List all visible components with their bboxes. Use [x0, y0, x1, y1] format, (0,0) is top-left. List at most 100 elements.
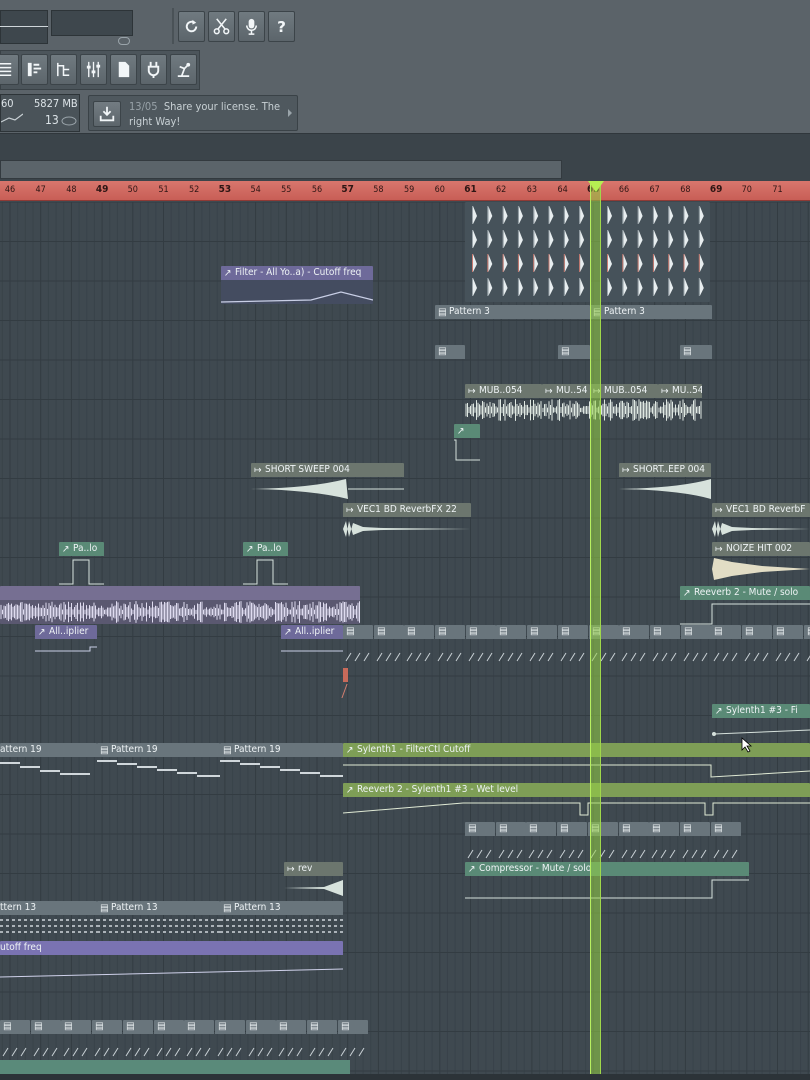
pattern-clip[interactable]: ▤ [711, 822, 741, 860]
audio-clip[interactable]: ↦ MU..54 [542, 384, 590, 422]
automation-clip[interactable]: ↗ Reeverb 2 - Sylenth1 #3 - Wet level [343, 783, 810, 821]
blip-pattern-clip[interactable] [465, 202, 590, 302]
automation-clip[interactable]: ↗ [454, 424, 480, 462]
pattern-clip[interactable]: ▤Pattern 3 [590, 305, 712, 343]
audio-clip[interactable]: ↦ SHORT SWEEP 004 [251, 463, 404, 501]
pattern-clip[interactable]: ▤ [374, 625, 404, 663]
channel-rack-icon[interactable] [50, 54, 77, 85]
audio-clip[interactable]: ↦MUB..054 [465, 384, 542, 422]
song-position-display[interactable] [51, 10, 133, 36]
ruler-bar-number: 61 [464, 184, 477, 195]
pattern-clip[interactable]: ▤ [526, 822, 556, 860]
blip-pattern-clip[interactable] [600, 202, 710, 302]
pattern-clip[interactable]: ▤ [61, 1020, 91, 1058]
pattern-clip[interactable]: ▤ [246, 1020, 276, 1058]
pattern-clip[interactable]: ▤ [527, 625, 557, 663]
pattern-clip[interactable]: ▤ [435, 625, 465, 663]
timeline-ruler[interactable]: 4647484950515253545556575859606162636465… [0, 181, 810, 201]
pattern-selector-display[interactable] [0, 10, 48, 44]
audio-clip[interactable] [0, 586, 360, 624]
pattern-clip[interactable]: ▤ [215, 1020, 245, 1058]
automation-clip[interactable]: ↗ Filter - All Yo..a) - Cutoff freq [221, 266, 373, 304]
hint-panel[interactable]: 13/05 Share your license. The right Way! [88, 95, 298, 131]
scissors-icon[interactable] [208, 11, 235, 42]
pattern-clip[interactable]: ▤ [742, 625, 772, 663]
pattern-clip[interactable]: ▤ [123, 1020, 153, 1058]
pattern-clip[interactable]: ▤ [343, 625, 373, 663]
automation-clip[interactable]: ↗ Sylenth1 #3 - Fi [712, 704, 810, 742]
playhead-marker-icon[interactable] [588, 181, 604, 192]
automation-clip[interactable]: ↗ Sylenth1 - FilterCtl Cutoff [343, 743, 810, 781]
automation-clip[interactable]: ↗ Pa..lo [243, 542, 288, 586]
pattern-clip[interactable]: ▤ [681, 625, 711, 663]
pattern-clip[interactable]: ▤ [804, 625, 810, 663]
pattern-clip[interactable]: ▤ [92, 1020, 122, 1058]
pattern-clip[interactable]: ▤ [404, 625, 434, 663]
pattern-clip[interactable]: ▤ [0, 1020, 30, 1058]
pattern-clip[interactable]: ▤ [619, 822, 649, 860]
pattern-clip[interactable]: ▤ [338, 1020, 368, 1058]
pattern-clip[interactable]: ▤ Pattern 19 [220, 743, 343, 781]
playlist-icon[interactable] [0, 54, 19, 85]
pattern-clip[interactable]: ▤ [496, 822, 526, 860]
clip-title: rev [298, 863, 313, 874]
pattern-clip[interactable]: ▤ [466, 625, 496, 663]
pattern-clip[interactable]: ▤ Pattern 13 [220, 901, 343, 939]
automation-clip[interactable]: ↗ Pa..lo [59, 542, 104, 586]
pattern-clip[interactable]: ▤ [680, 345, 712, 381]
pattern-clip[interactable]: ▤ [711, 625, 741, 663]
ruler-bar-number: 49 [95, 184, 109, 195]
ruler-bar-number: 59 [403, 185, 415, 195]
pattern-clip[interactable]: ▤ [435, 345, 465, 381]
playlist-grid[interactable]: ↗ Filter - All Yo..a) - Cutoff freq ▤ Patt… [0, 202, 810, 1074]
automation-clip[interactable]: ↗ All..iplier [35, 625, 97, 663]
pattern-clip[interactable]: ▤ [184, 1020, 214, 1058]
help-icon[interactable]: ? [268, 11, 295, 42]
audio-clip[interactable]: ↦ MU..54 [658, 384, 702, 422]
audio-clip[interactable]: ↦ SHORT..EEP 004 [619, 463, 711, 501]
pattern-clip[interactable]: ▤ [773, 625, 803, 663]
pattern-clip[interactable]: ▤ [307, 1020, 337, 1058]
pattern-clip[interactable]: ▤ [619, 625, 649, 663]
automation-clip[interactable]: ↗ Compressor - Mute / solo [465, 862, 749, 900]
playhead[interactable] [590, 181, 601, 1074]
mixer-icon[interactable] [80, 54, 107, 85]
clip-title: VEC1 BD ReverbF [726, 504, 806, 515]
audio-clip[interactable]: ↦ VEC1 BD ReverbF [712, 503, 810, 541]
pattern-clip[interactable]: ▤ [465, 822, 495, 860]
automation-clip[interactable]: ↗ Reeverb 2 - Mute / solo [680, 586, 810, 626]
pattern-clip[interactable]: ▤ [496, 625, 526, 663]
pattern-clip[interactable]: attern 19 [0, 743, 97, 781]
pattern-clip[interactable]: ▤ [558, 625, 588, 663]
hint-arrow-icon[interactable] [288, 109, 292, 117]
automation-clip[interactable]: utoff freq [0, 941, 343, 979]
audio-clip[interactable]: ↦ rev [284, 862, 343, 900]
pattern-clip[interactable]: ▤ [650, 625, 680, 663]
pattern-clip[interactable]: ▤ [558, 345, 590, 381]
pattern-clip[interactable]: ▤ Pattern 13 [97, 901, 220, 939]
hint-text: 13/05 Share your license. The right Way! [129, 99, 289, 129]
horizontal-scrollbar[interactable] [0, 160, 562, 179]
automation-clip[interactable]: ↗ All..iplier [281, 625, 343, 663]
pattern-clip[interactable]: ▤ [649, 822, 679, 860]
pattern-clip[interactable]: ▤Pattern 3 [435, 305, 590, 343]
pattern-clip[interactable]: ▤ [680, 822, 710, 860]
pattern-clip[interactable]: ▤ [557, 822, 587, 860]
piano-roll-icon[interactable] [21, 54, 48, 85]
microphone-icon[interactable] [238, 11, 265, 42]
audio-clip[interactable]: ↦ VEC1 BD ReverbFX 22 [343, 503, 471, 541]
pattern-clip[interactable]: ▤ Pattern 19 [97, 743, 220, 781]
plugin-icon[interactable] [140, 54, 167, 85]
browser-icon[interactable] [110, 54, 137, 85]
polyphony-knob-icon[interactable] [61, 116, 77, 126]
zoom-knob-icon[interactable] [118, 37, 130, 45]
pattern-clip[interactable]: ttern 13 [0, 901, 97, 939]
automation-clip-strip[interactable] [0, 1060, 350, 1074]
project-info-icon[interactable] [170, 54, 197, 85]
pattern-clip[interactable]: ▤ [31, 1020, 61, 1058]
reset-icon[interactable] [178, 11, 205, 42]
audio-clip[interactable]: ↦ NOIZE HIT 002 [712, 542, 810, 582]
download-icon[interactable] [93, 101, 121, 127]
pattern-clip[interactable]: ▤ [154, 1020, 184, 1058]
pattern-clip[interactable]: ▤ [276, 1020, 306, 1058]
